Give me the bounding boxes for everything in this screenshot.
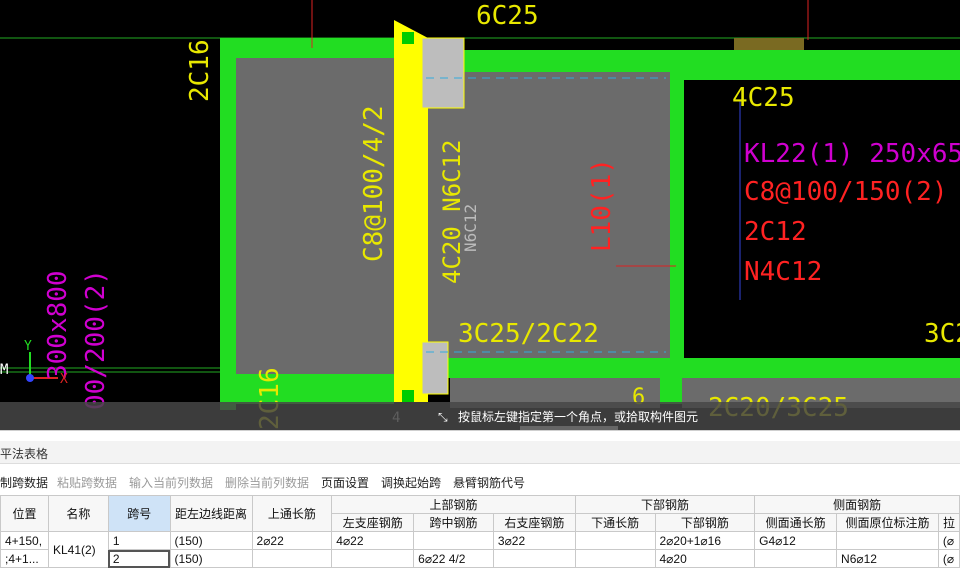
label-right-edge: 3C2 xyxy=(924,319,960,349)
cell-side-orig[interactable]: N6⌀12 xyxy=(836,549,939,568)
swap-start-span-button[interactable]: 调换起始跨 xyxy=(381,474,441,491)
cell-span[interactable]: 1 xyxy=(107,531,171,550)
cell-bottom-through[interactable] xyxy=(574,549,656,568)
grip-top xyxy=(402,32,414,44)
cell-top-through[interactable] xyxy=(251,549,333,568)
cad-drawing-canvas[interactable]: 6C25 2C16 2C16 C8@100/4/2 4C20 N6C12 N6C… xyxy=(0,0,960,430)
label-kl22-title: KL22(1) 250x650 xyxy=(744,139,960,169)
beam-bottom xyxy=(422,358,960,378)
delete-current-column-button[interactable]: 删除当前列数据 xyxy=(225,474,309,491)
column-bottom xyxy=(421,341,449,395)
col-header-side-orig[interactable]: 侧面原位标注筋 xyxy=(836,513,939,532)
col-header-position[interactable]: 位置 xyxy=(0,495,49,532)
cell-right-support[interactable] xyxy=(492,549,576,568)
cell-name[interactable]: KL41(2) xyxy=(47,531,109,568)
panel-title-bar: 平法表格 xyxy=(0,441,960,464)
corner-cursor-icon: ⤡ xyxy=(438,410,448,424)
col-header-span[interactable]: 跨号 xyxy=(107,495,171,532)
label-bottom-beam: 3C25/2C22 xyxy=(458,319,599,349)
beam-center-right xyxy=(670,72,684,378)
col-header-bottom-through[interactable]: 下通长筋 xyxy=(574,513,656,532)
flat-table-panel: 平法表格 制跨数据 粘贴跨数据 输入当前列数据 删除当前列数据 页面设置 调换起… xyxy=(0,430,960,583)
col-header-name[interactable]: 名称 xyxy=(47,495,109,532)
beam-top-left xyxy=(236,38,394,58)
cell-bottom-through[interactable] xyxy=(574,531,656,550)
paste-span-data-button[interactable]: 粘贴跨数据 xyxy=(57,474,117,491)
panel-toolbar: 制跨数据 粘贴跨数据 输入当前列数据 删除当前列数据 页面设置 调换起始跨 悬臂… xyxy=(0,471,960,493)
col-header-mid-span[interactable]: 跨中钢筋 xyxy=(413,513,494,532)
col-header-bottom-bar[interactable]: 下部钢筋 xyxy=(654,513,756,532)
label-vert-a: C8@100/4/2 xyxy=(359,105,389,262)
beam-left-vertical xyxy=(220,38,236,410)
col-header-right-support[interactable]: 右支座钢筋 xyxy=(492,513,576,532)
column-top xyxy=(421,37,465,109)
label-left-col-a: 2C16 xyxy=(185,39,215,102)
cell-bottom-bar[interactable]: 4⌀20 xyxy=(654,549,756,568)
status-message-wrap: ⤡ 按鼠标左键指定第一个角点，或拾取构件图元 xyxy=(438,408,698,425)
label-kl22-side: N4C12 xyxy=(744,257,822,287)
col-header-side-through[interactable]: 侧面通长筋 xyxy=(754,513,838,532)
label-left-purple-a: 300x800 xyxy=(43,270,73,380)
cantilever-code-button[interactable]: 悬臂钢筋代号 xyxy=(453,474,525,491)
cell-right-support[interactable]: 3⌀22 xyxy=(492,531,576,550)
cell-top-through[interactable]: 2⌀22 xyxy=(251,531,333,550)
label-left-purple-b: 00/200(2) xyxy=(81,269,111,410)
cell-bottom-bar[interactable]: 2⌀20+1⌀16 xyxy=(654,531,756,550)
label-axis-y: Y xyxy=(24,339,32,354)
label-right-4c25: 4C25 xyxy=(732,83,795,113)
label-vert-b-shadow: N6C12 xyxy=(461,204,480,252)
col-header-left-support[interactable]: 左支座钢筋 xyxy=(331,513,415,532)
label-kl22-stirrup: C8@100/150(2) xyxy=(744,177,948,207)
cell-dist[interactable]: (150) xyxy=(169,549,253,568)
cell-position[interactable]: ;4+1... xyxy=(0,549,49,568)
group-header-bottom: 下部钢筋 xyxy=(574,495,756,514)
group-header-side: 侧面钢筋 xyxy=(754,495,960,514)
panel-title: 平法表格 xyxy=(0,447,49,461)
cell-tie[interactable]: (⌀ xyxy=(937,531,960,550)
cell-tie[interactable]: (⌀ xyxy=(937,549,960,568)
cell-left-support[interactable]: 4⌀22 xyxy=(331,531,415,550)
table-row: 4+150, KL41(2) 1 (150) 2⌀22 4⌀22 3⌀22 2⌀… xyxy=(0,531,960,568)
label-edge-m: M xyxy=(0,362,8,378)
group-header-top: 上部钢筋 xyxy=(331,495,576,514)
copy-span-data-button[interactable]: 制跨数据 xyxy=(0,474,48,491)
cell-span-active[interactable]: 2 xyxy=(107,549,171,568)
col-header-top-through[interactable]: 上通长筋 xyxy=(251,495,333,532)
cell-side-through[interactable]: G4⌀12 xyxy=(754,531,838,550)
beam-top-right-lower xyxy=(684,72,960,80)
status-message: 按鼠标左键指定第一个角点，或拾取构件图元 xyxy=(458,410,699,424)
rebar-table: 位置 名称 跨号 距左边线距离 上通长筋 上部钢筋 下部钢筋 侧面钢筋 左支座钢… xyxy=(0,495,960,568)
label-axis-x: X xyxy=(60,372,68,387)
cell-position[interactable]: 4+150, xyxy=(0,531,49,550)
table-row: ;4+1... 2 (150) 6⌀22 4/2 4⌀20 N6⌀12 (⌀ xyxy=(0,549,960,568)
beam-bottom-joint xyxy=(660,378,682,404)
label-top-beam: 6C25 xyxy=(476,1,539,31)
grip-bottom xyxy=(402,390,414,402)
cad-drawing[interactable]: 6C25 2C16 2C16 C8@100/4/2 4C20 N6C12 N6C… xyxy=(0,0,960,430)
input-current-column-button[interactable]: 输入当前列数据 xyxy=(129,474,213,491)
col-header-tie[interactable]: 拉 xyxy=(937,513,960,532)
cell-mid-span[interactable] xyxy=(413,531,494,550)
cell-side-through[interactable] xyxy=(754,549,838,568)
page-setup-button[interactable]: 页面设置 xyxy=(321,474,369,491)
axis-origin xyxy=(26,374,34,382)
cell-dist[interactable]: (150) xyxy=(169,531,253,550)
cell-left-support[interactable] xyxy=(331,549,415,568)
cell-side-orig[interactable] xyxy=(836,531,939,550)
status-bar: ⤡ 按鼠标左键指定第一个角点，或拾取构件图元 xyxy=(0,402,960,432)
label-red-vertical: L10(1) xyxy=(587,158,617,252)
beam-top-olive xyxy=(734,38,804,50)
col-header-dist[interactable]: 距左边线距离 xyxy=(169,495,253,532)
cell-mid-span[interactable]: 6⌀22 4/2 xyxy=(413,549,494,568)
beam-top-right xyxy=(464,50,960,72)
label-kl22-top: 2C12 xyxy=(744,217,807,247)
